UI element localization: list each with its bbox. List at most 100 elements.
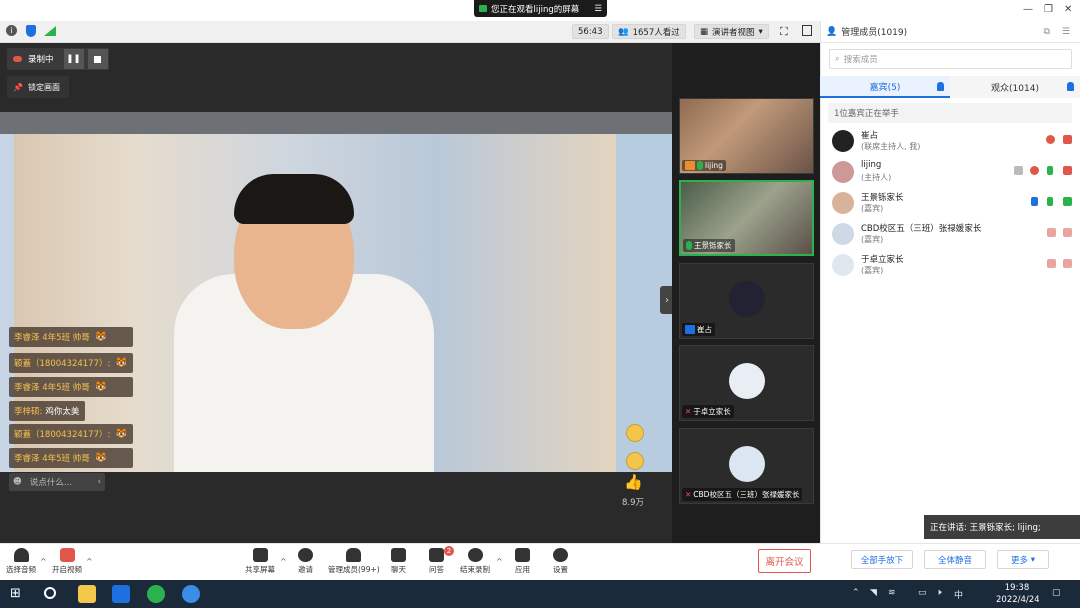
bottom-toolbar	[0, 543, 1080, 580]
laugh-emoji-icon[interactable]	[626, 452, 644, 470]
member-row[interactable]: 于卓立家长 (嘉宾)	[828, 251, 1076, 279]
mic-muted-icon[interactable]	[1047, 259, 1056, 268]
share-screen-button[interactable]: 共享屏幕	[245, 548, 275, 575]
screen-share-icon	[479, 5, 487, 12]
stop-record-icon	[467, 548, 483, 562]
camera-off-icon	[59, 548, 75, 562]
ime-indicator[interactable]: 中	[954, 588, 963, 601]
end-record-button[interactable]: 结束录制	[460, 548, 490, 575]
info-icon[interactable]: i	[6, 25, 17, 36]
tab-guests[interactable]: 嘉宾(5)	[820, 76, 950, 98]
tray-chevron-icon[interactable]: ⌃	[852, 588, 860, 598]
popout-icon[interactable]: ⧉	[1043, 27, 1049, 37]
participant-tile[interactable]: ✕ CBD校区五（三班）张禄媛家长	[679, 428, 814, 504]
wifi-icon[interactable]: ≋	[888, 588, 896, 598]
raise-hand-notice[interactable]: 1位嘉宾正在举手	[828, 103, 1072, 123]
chat-button[interactable]: 聊天	[391, 548, 406, 575]
signal-icon[interactable]	[44, 26, 56, 36]
participant-tile[interactable]: lijing	[679, 98, 814, 174]
network-icon[interactable]: ◥	[870, 588, 877, 598]
member-search-input[interactable]: ⌕ 搜索成员	[829, 49, 1072, 69]
participant-tile[interactable]: 崔占	[679, 263, 814, 339]
chat-icon	[391, 548, 406, 562]
emoji-icon: 🐯	[116, 358, 127, 368]
settings-button[interactable]: 设置	[553, 548, 568, 575]
qa-button[interactable]: 问答	[429, 548, 444, 575]
search-icon[interactable]	[44, 587, 56, 599]
chevron-up-icon[interactable]: ^	[280, 557, 287, 566]
participant-tile[interactable]: ✕ 于卓立家长	[679, 345, 814, 421]
top-toolbar: i 56:43 👥 1657人看过 ▦ 演讲者视图 ▾ ⛶	[0, 21, 820, 43]
mute-all-button[interactable]: 全体静音	[924, 550, 986, 569]
file-explorer-icon[interactable]	[78, 585, 96, 603]
fullscreen-icon[interactable]: ⛶	[780, 25, 788, 39]
chat-message: 李睿泽 4年5班 帅哥 🐯	[9, 448, 133, 468]
close-icon[interactable]: ✕	[1064, 4, 1072, 15]
viewer-count[interactable]: 👥 1657人看过	[612, 24, 686, 39]
video-backdrop	[0, 112, 672, 134]
chevron-up-icon[interactable]: ^	[496, 557, 503, 566]
lower-all-hands-button[interactable]: 全部手放下	[851, 550, 913, 569]
menu-icon[interactable]: ☰	[594, 4, 602, 14]
more-button[interactable]: 更多 ▾	[997, 550, 1049, 569]
panel-menu-icon[interactable]: ☰	[1062, 27, 1070, 37]
mic-muted-icon: ✕	[685, 490, 692, 499]
reaction-emoji-icon[interactable]	[626, 424, 644, 442]
chat-message: 颖蓋（18004324177）: 🐯	[9, 353, 133, 373]
raise-hand-icon[interactable]	[1031, 197, 1038, 206]
audio-button[interactable]: 选择音频	[6, 548, 36, 575]
tab-audience[interactable]: 观众(1014)	[950, 76, 1080, 98]
wechat-icon[interactable]	[147, 585, 165, 603]
chat-message: 李睿泽 4年5班 帅哥 🐯	[9, 377, 133, 397]
camera-off-icon[interactable]	[1063, 259, 1072, 268]
lock-view-button[interactable]: 📌 锁定画面	[7, 76, 69, 98]
chat-input[interactable]: ☻ 说点什么... ‹	[9, 473, 105, 491]
screen-share-icon	[1014, 166, 1023, 175]
camera-off-icon[interactable]	[1063, 228, 1072, 237]
mic-icon	[697, 161, 703, 170]
camera-icon[interactable]	[1063, 197, 1072, 206]
restore-icon[interactable]: ❐	[1044, 4, 1053, 15]
member-row[interactable]: 崔占 (联席主持人, 我)	[828, 127, 1076, 155]
meeting-app-icon[interactable]	[112, 585, 130, 603]
member-row[interactable]: lijing (主持人)	[828, 158, 1076, 186]
shield-icon[interactable]	[26, 25, 36, 37]
avatar	[832, 254, 854, 276]
mic-icon[interactable]	[1047, 197, 1053, 206]
taskbar-clock[interactable]: 19:38 2022/4/24	[996, 582, 1040, 606]
headset-icon	[13, 548, 29, 562]
mic-icon[interactable]	[1047, 166, 1053, 175]
search-icon: ⌕	[835, 54, 840, 64]
chevron-up-icon[interactable]: ^	[86, 557, 93, 566]
shared-video-frame	[14, 134, 616, 472]
manage-members-button[interactable]: 管理成员(99+)	[328, 548, 380, 575]
panel-toggle-icon[interactable]	[802, 25, 812, 36]
windows-start-icon[interactable]: ⊞	[10, 586, 21, 601]
minimize-icon[interactable]: —	[1023, 4, 1033, 15]
camera-off-icon[interactable]	[1063, 135, 1072, 144]
question-icon	[429, 548, 444, 562]
smile-icon[interactable]: ☻	[13, 477, 22, 487]
leave-meeting-button[interactable]: 离开会议	[758, 549, 811, 573]
pause-recording-button[interactable]: ❚❚	[63, 49, 84, 69]
share-banner[interactable]: 您正在观看lijing的屏幕 ☰	[474, 0, 607, 17]
chevron-up-icon[interactable]: ^	[40, 557, 47, 566]
volume-icon[interactable]: 🕨	[936, 588, 942, 598]
stop-recording-button[interactable]	[87, 49, 108, 69]
view-mode-select[interactable]: ▦ 演讲者视图 ▾	[694, 24, 769, 39]
chevron-left-icon[interactable]: ‹	[98, 477, 101, 487]
invite-button[interactable]: 邀请	[298, 548, 313, 575]
meeting-timer: 56:43	[572, 24, 609, 39]
apps-button[interactable]: 应用	[515, 548, 530, 575]
video-button[interactable]: 开启视频	[52, 548, 82, 575]
member-row[interactable]: CBD校区五（三班）张禄媛家长 (嘉宾)	[828, 220, 1076, 248]
notification-icon[interactable]: ▢	[1052, 588, 1061, 598]
mic-muted-icon[interactable]	[1047, 228, 1056, 237]
participant-tile[interactable]: 王景铄家长	[679, 180, 814, 256]
camera-off-icon[interactable]	[1063, 166, 1072, 175]
member-row[interactable]: 王景铄家长 (嘉宾)	[828, 189, 1076, 217]
thumbs-up-icon[interactable]: 👍	[624, 473, 643, 491]
browser-icon[interactable]	[182, 585, 200, 603]
avatar	[832, 223, 854, 245]
battery-icon[interactable]: ▭	[918, 588, 927, 598]
